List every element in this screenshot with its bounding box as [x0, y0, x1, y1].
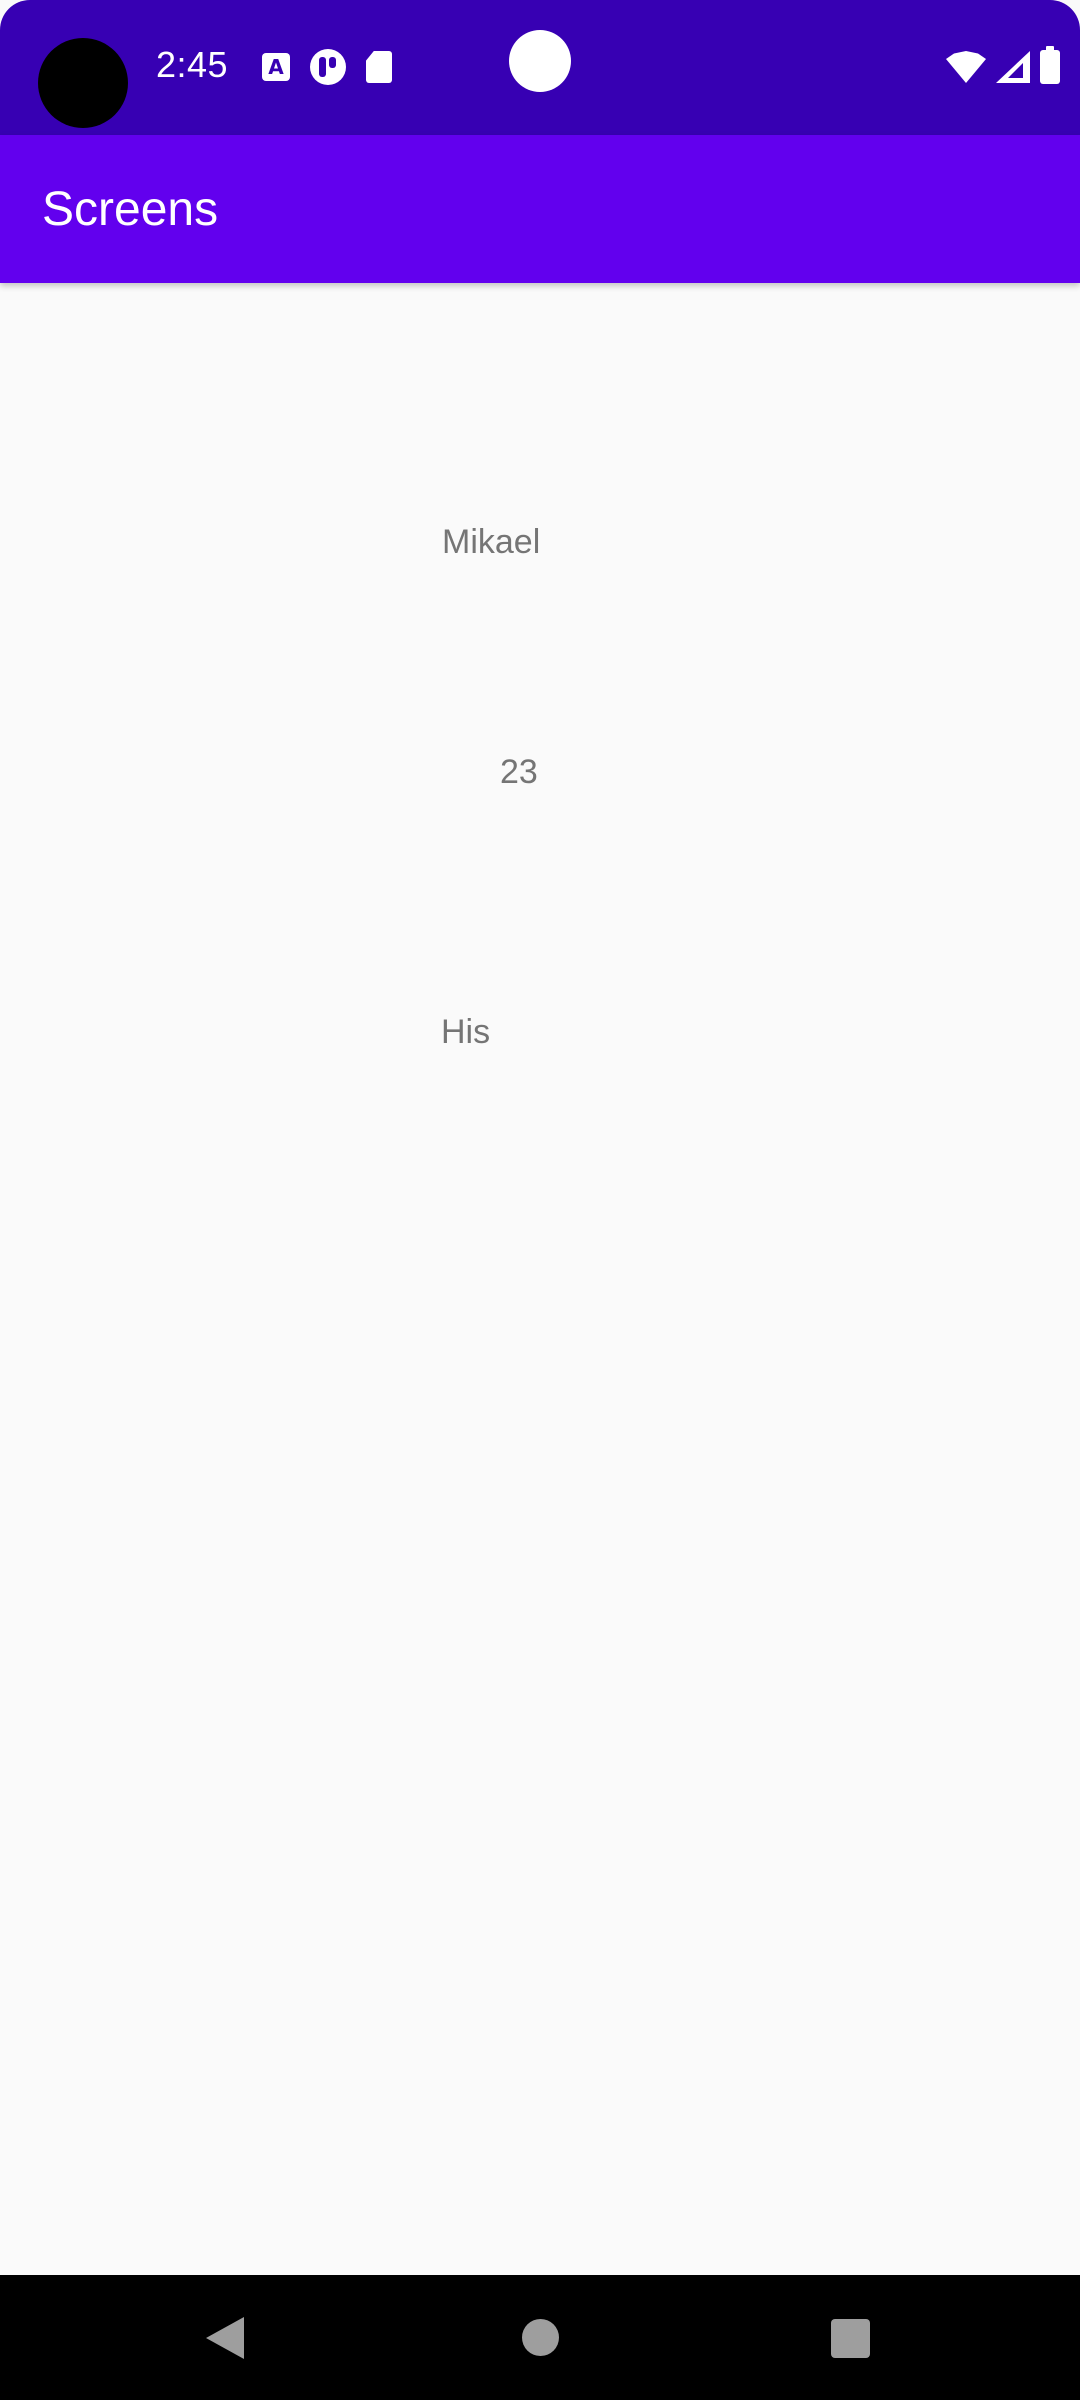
pronoun-text: His: [441, 1013, 491, 1051]
battery-icon: [1040, 46, 1060, 84]
screen-record-dot: [509, 30, 571, 92]
app-bar: Screens: [0, 135, 1080, 283]
system-status-icons: [946, 46, 1060, 84]
camera-cutout: [38, 38, 128, 128]
wifi-icon: [946, 51, 986, 83]
navigation-bar: [0, 2275, 1080, 2400]
notification-icons: [262, 49, 392, 85]
status-bar: 2:45: [0, 0, 1080, 135]
sd-card-icon: [366, 51, 392, 83]
status-time: 2:45: [156, 44, 229, 85]
main-content: Mikael 23 His: [0, 283, 1080, 2275]
pill-app-icon: [310, 49, 346, 85]
name-text: Mikael: [442, 523, 541, 561]
app-title: Screens: [42, 183, 219, 236]
cell-signal-icon: [996, 51, 1030, 83]
recents-icon[interactable]: [831, 2319, 870, 2358]
home-icon[interactable]: [522, 2319, 559, 2356]
back-icon[interactable]: [206, 2317, 244, 2359]
a-letter-icon: [262, 53, 290, 81]
age-text: 23: [500, 753, 538, 791]
